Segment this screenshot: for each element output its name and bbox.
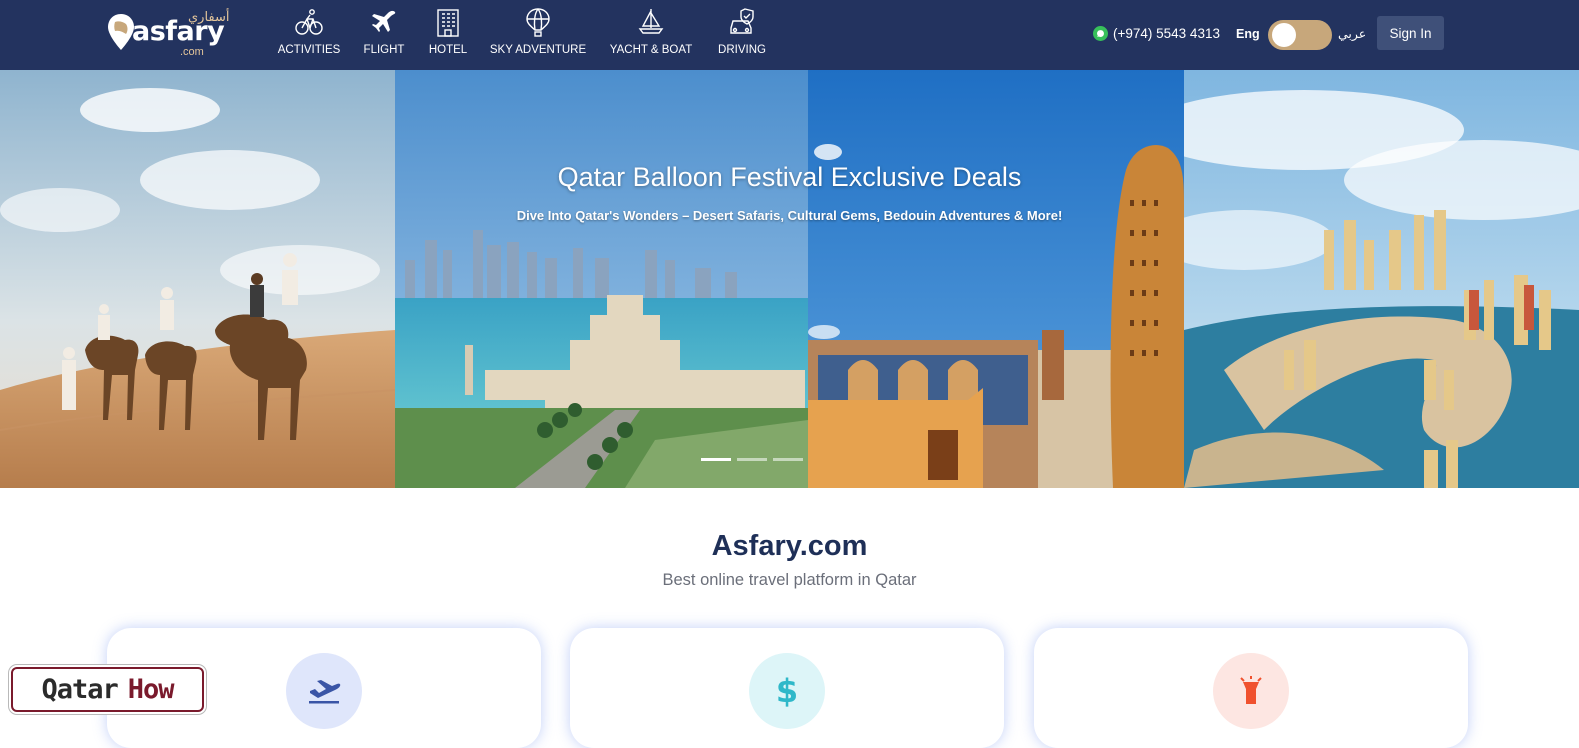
- language-english-label[interactable]: Eng: [1236, 27, 1260, 41]
- nav-sky-adventure[interactable]: SKY ADVENTURE: [490, 6, 586, 60]
- slider-dot[interactable]: [773, 458, 803, 461]
- hotel-building-icon: [437, 9, 459, 37]
- sailboat-icon: [638, 9, 664, 34]
- brand-heading: Asfary.com: [711, 530, 868, 562]
- slider-dot[interactable]: [737, 458, 767, 461]
- hero-image-pearl-aerial: [1184, 70, 1579, 488]
- slider-dots: [701, 458, 803, 461]
- hero-title: Qatar Balloon Festival Exclusive Deals: [557, 162, 1022, 192]
- dollar-icon: $: [749, 653, 825, 729]
- airplane-departure-icon: [286, 653, 362, 729]
- airplane-icon: [372, 10, 396, 32]
- hero-banner[interactable]: Qatar Balloon Festival Exclusive Deals D…: [0, 70, 1579, 488]
- language-arabic-label[interactable]: عربي: [1338, 26, 1366, 41]
- nav-label: SKY ADVENTURE: [489, 44, 587, 56]
- language-toggle[interactable]: [1268, 20, 1332, 50]
- nav-hotel[interactable]: HOTEL: [428, 6, 468, 60]
- whatsapp-icon: [1093, 26, 1108, 41]
- feature-card-pricing[interactable]: $: [570, 628, 1004, 748]
- slider-dot[interactable]: [701, 458, 731, 461]
- hot-air-balloon-icon: [526, 8, 550, 37]
- nav-label: FLIGHT: [363, 44, 405, 56]
- nav-label: DRIVING: [718, 44, 766, 56]
- nav-yacht-boat[interactable]: YACHT & BOAT: [608, 6, 694, 60]
- hero-subtitle: Dive Into Qatar's Wonders – Desert Safar…: [516, 208, 1063, 223]
- nav-label: ACTIVITIES: [277, 44, 341, 56]
- watermark-part1: Qatar: [41, 674, 118, 705]
- qatarhow-watermark-logo: Qatar How: [11, 667, 204, 712]
- nav-label: HOTEL: [428, 44, 468, 56]
- feature-card-support[interactable]: [1034, 628, 1468, 748]
- cyclist-icon: [295, 9, 323, 35]
- phone-number: (+974) 5543 4313: [1113, 26, 1220, 41]
- hero-image-doha-museum: [395, 70, 808, 488]
- car-shield-icon: [730, 8, 754, 34]
- hero-image-desert-camels: [0, 70, 395, 488]
- nav-activities[interactable]: ACTIVITIES: [278, 6, 340, 60]
- logo-arabic: أسفاري: [188, 10, 230, 25]
- sign-in-button[interactable]: Sign In: [1377, 16, 1444, 50]
- toggle-knob: [1272, 23, 1296, 47]
- phone-contact[interactable]: (+974) 5543 4313: [1093, 26, 1220, 41]
- hero-image-doha-heritage: [808, 70, 1184, 488]
- logo-suffix: .com: [180, 46, 204, 58]
- asfary-logo[interactable]: asfary أسفاري .com: [106, 10, 230, 60]
- nav-driving[interactable]: DRIVING: [716, 6, 768, 60]
- nav-flight[interactable]: FLIGHT: [362, 6, 406, 60]
- top-navbar: asfary أسفاري .com ACTIVITIES FLIGHT HOT…: [0, 0, 1579, 70]
- flashlight-icon: [1213, 653, 1289, 729]
- brand-tagline: Best online travel platform in Qatar: [662, 571, 917, 589]
- watermark-part2: How: [127, 674, 175, 705]
- nav-label: YACHT & BOAT: [609, 44, 693, 56]
